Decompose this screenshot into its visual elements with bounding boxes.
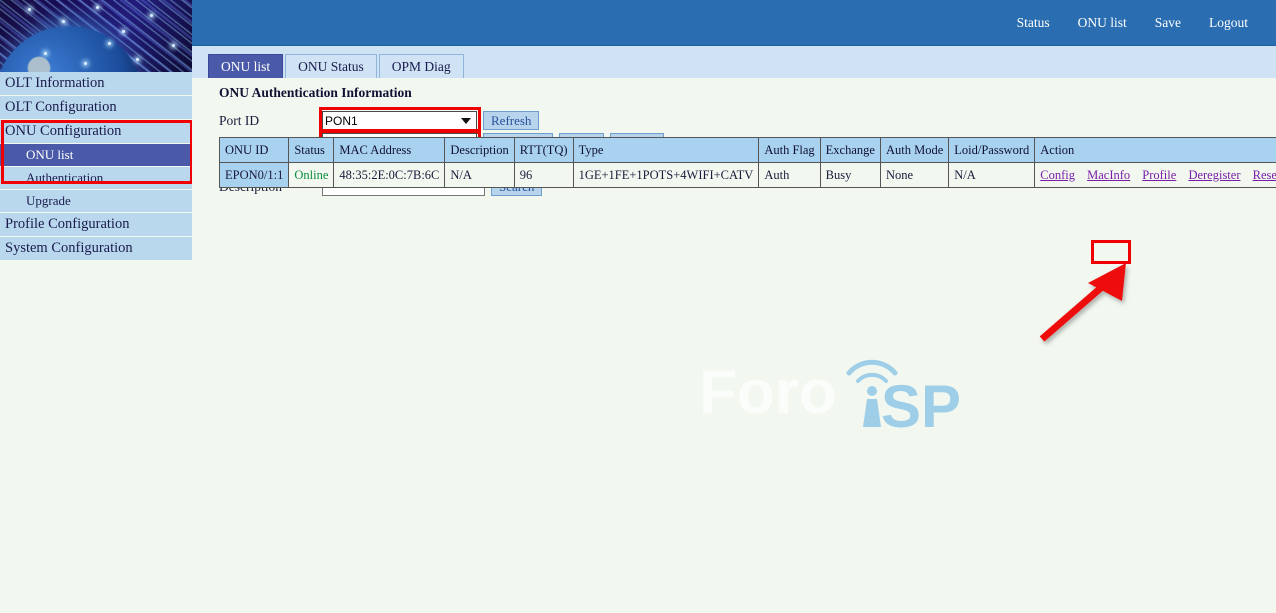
cell-exchange: Busy bbox=[820, 163, 880, 188]
col-loid-password: Loid/Password bbox=[949, 138, 1035, 163]
nav-logout[interactable]: Logout bbox=[1195, 15, 1262, 31]
watermark-letter-i bbox=[863, 399, 881, 427]
foroisp-watermark: Foro SP bbox=[699, 351, 969, 431]
action-macinfo-link[interactable]: MacInfo bbox=[1087, 168, 1130, 182]
action-config-link[interactable]: Config bbox=[1040, 168, 1075, 182]
nav-onu-list[interactable]: ONU list bbox=[1064, 15, 1141, 31]
cell-type: 1GE+1FE+1POTS+4WIFI+CATV bbox=[573, 163, 759, 188]
table-header-row: ONU ID Status MAC Address Description RT… bbox=[220, 138, 1276, 163]
cell-status: Online bbox=[289, 163, 334, 188]
tab-onu-list[interactable]: ONU list bbox=[208, 54, 283, 78]
cell-auth-flag: Auth bbox=[759, 163, 820, 188]
sidebar-item-system-configuration[interactable]: System Configuration bbox=[0, 237, 192, 261]
col-status: Status bbox=[289, 138, 334, 163]
cell-loid-password: N/A bbox=[949, 163, 1035, 188]
tab-opm-diag[interactable]: OPM Diag bbox=[379, 54, 464, 78]
sidebar-item-upgrade[interactable]: Upgrade bbox=[0, 190, 192, 213]
col-onu-id: ONU ID bbox=[220, 138, 289, 163]
col-rtt-tq: RTT(TQ) bbox=[514, 138, 573, 163]
action-reset-link[interactable]: Reset bbox=[1253, 168, 1276, 182]
watermark-text-foro: Foro bbox=[699, 358, 837, 427]
col-mac-address: MAC Address bbox=[334, 138, 445, 163]
page-title: ONU Authentication Information bbox=[219, 85, 412, 101]
sidebar-menu: OLT Information OLT Configuration ONU Co… bbox=[0, 72, 192, 261]
col-action: Action bbox=[1035, 138, 1276, 163]
top-nav-links: Status ONU list Save Logout bbox=[1003, 0, 1262, 45]
sidebar-item-olt-information[interactable]: OLT Information bbox=[0, 72, 192, 96]
onu-list-table: ONU ID Status MAC Address Description RT… bbox=[219, 137, 1276, 188]
banner-logo bbox=[0, 0, 192, 72]
cell-action: Config MacInfo Profile Deregister Reset … bbox=[1035, 163, 1276, 188]
sidebar-item-onu-list[interactable]: ONU list bbox=[0, 144, 192, 167]
sidebar-item-authentication[interactable]: Authentication bbox=[0, 167, 192, 190]
cell-description: N/A bbox=[445, 163, 514, 188]
cell-rtt-tq: 96 bbox=[514, 163, 573, 188]
col-exchange: Exchange bbox=[820, 138, 880, 163]
wifi-arc-outer bbox=[849, 362, 895, 373]
tab-strip: ONU list ONU Status OPM Diag bbox=[192, 45, 1276, 78]
cell-onu-id: EPON0/1:1 bbox=[220, 163, 289, 188]
col-auth-mode: Auth Mode bbox=[880, 138, 948, 163]
col-auth-flag: Auth Flag bbox=[759, 138, 820, 163]
cell-mac-address: 48:35:2E:0C:7B:6C bbox=[334, 163, 445, 188]
port-id-select[interactable]: PON1 bbox=[322, 111, 477, 130]
nav-save[interactable]: Save bbox=[1141, 15, 1195, 31]
top-banner-bar: Status ONU list Save Logout bbox=[192, 0, 1276, 45]
nav-status[interactable]: Status bbox=[1003, 15, 1064, 31]
sidebar-item-onu-configuration[interactable]: ONU Configuration bbox=[0, 120, 192, 144]
refresh-button[interactable]: Refresh bbox=[483, 111, 539, 130]
action-profile-link[interactable]: Profile bbox=[1142, 168, 1176, 182]
table-row: EPON0/1:1 Online 48:35:2E:0C:7B:6C N/A 9… bbox=[220, 163, 1276, 188]
col-type: Type bbox=[573, 138, 759, 163]
tab-onu-status[interactable]: ONU Status bbox=[285, 54, 377, 78]
col-description: Description bbox=[445, 138, 514, 163]
port-id-label: Port ID bbox=[219, 113, 322, 129]
form-row-port-id: Port ID PON1 Refresh bbox=[219, 110, 689, 131]
wifi-arc-inner bbox=[858, 375, 886, 381]
watermark-text-sp: SP bbox=[881, 373, 961, 431]
sidebar-item-profile-configuration[interactable]: Profile Configuration bbox=[0, 213, 192, 237]
sidebar-item-olt-configuration[interactable]: OLT Configuration bbox=[0, 96, 192, 120]
action-deregister-link[interactable]: Deregister bbox=[1188, 168, 1240, 182]
wifi-dot bbox=[867, 386, 877, 396]
cell-auth-mode: None bbox=[880, 163, 948, 188]
